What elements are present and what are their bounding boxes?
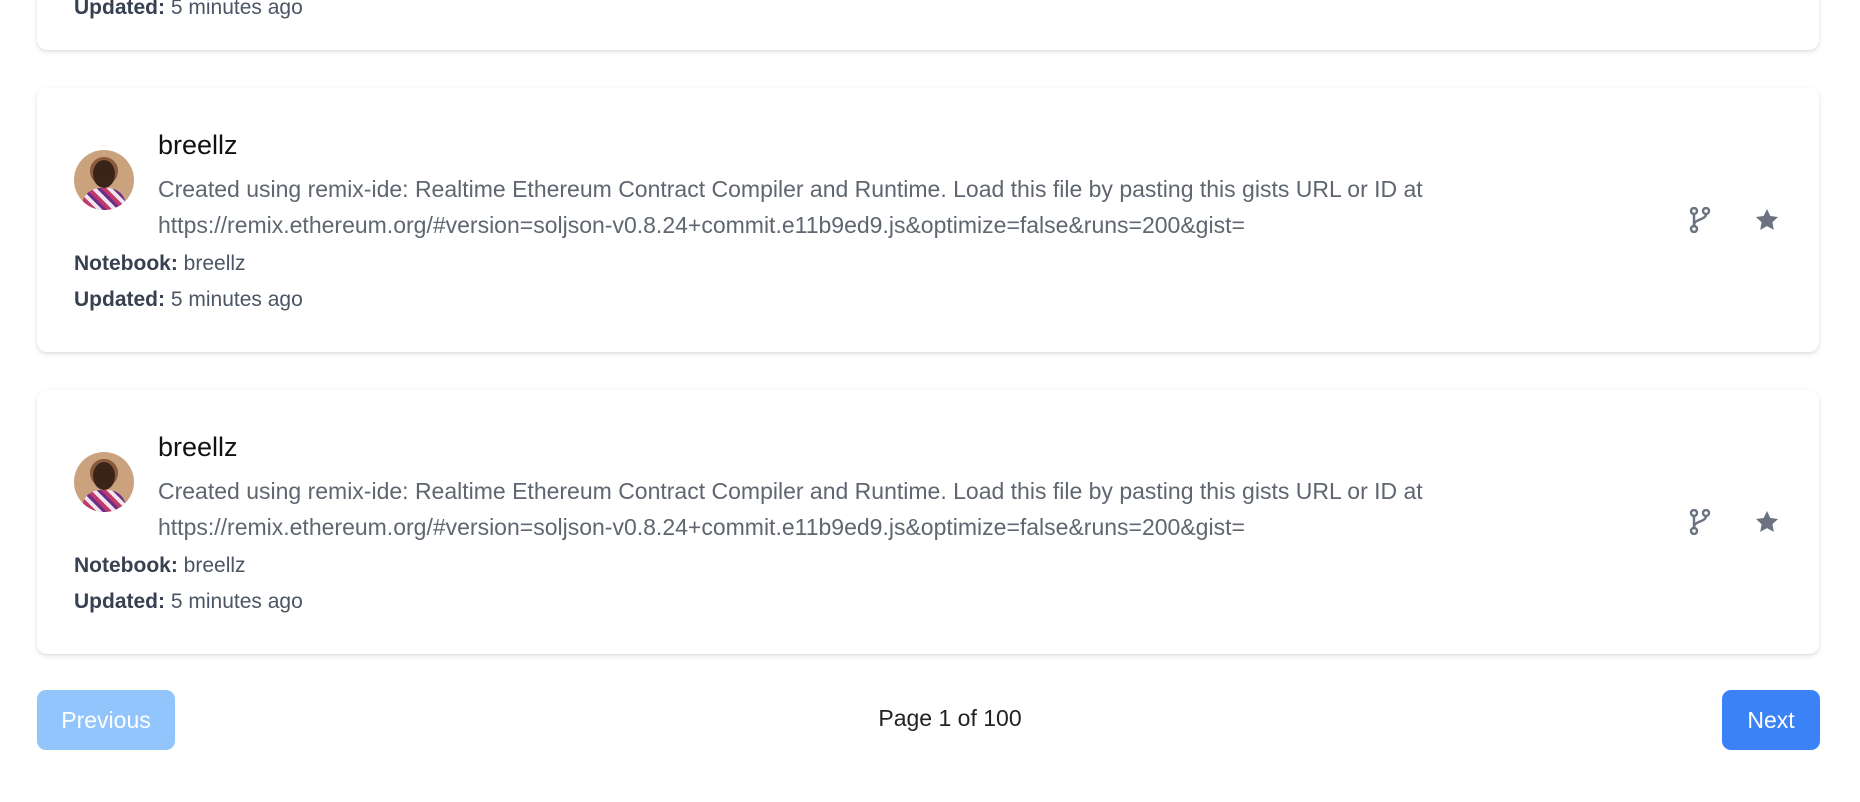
updated-value: 5 minutes ago (170, 288, 303, 311)
avatar (74, 150, 134, 210)
fork-button[interactable] (1684, 506, 1716, 538)
updated-value: 5 minutes ago (170, 0, 303, 19)
gist-description: Created using remix-ide: Realtime Ethere… (158, 473, 1538, 545)
gist-updated-meta: Updated: 5 minutes ago (74, 590, 303, 614)
gist-description-line: Created using remix-ide: Realtime Ethere… (158, 176, 1423, 202)
git-fork-icon (1689, 509, 1711, 535)
avatar-head (93, 462, 115, 490)
git-fork-icon (1689, 207, 1711, 233)
avatar-shirt (82, 490, 126, 512)
updated-label: Updated: (74, 590, 165, 613)
star-icon (1755, 510, 1779, 532)
page-indicator: Page 1 of 100 (878, 705, 1022, 731)
gist-description-line: https://remix.ethereum.org/#version=solj… (158, 514, 1245, 540)
star-icon (1755, 208, 1779, 230)
gist-list-page: Updated: 5 minutes ago breellz Created u… (0, 0, 1860, 802)
notebook-value: breellz (183, 252, 246, 275)
next-button[interactable]: Next (1722, 690, 1820, 750)
fork-button[interactable] (1684, 204, 1716, 236)
gist-owner-name[interactable]: breellz (158, 432, 238, 463)
avatar (74, 452, 134, 512)
gist-description-line: Created using remix-ide: Realtime Ethere… (158, 478, 1423, 504)
gist-card-partial[interactable]: Updated: 5 minutes ago (37, 0, 1819, 50)
gist-owner-name[interactable]: breellz (158, 130, 238, 161)
gist-description: Created using remix-ide: Realtime Ethere… (158, 171, 1538, 243)
star-button[interactable] (1751, 204, 1783, 236)
notebook-label: Notebook: (74, 554, 178, 577)
avatar-head (93, 160, 115, 188)
gist-notebook-meta: Notebook: breellz (74, 252, 246, 276)
gist-description-line: https://remix.ethereum.org/#version=solj… (158, 212, 1245, 238)
avatar-shirt (82, 188, 126, 210)
updated-label: Updated: (74, 288, 165, 311)
gist-updated-meta: Updated: 5 minutes ago (74, 288, 303, 312)
gist-card[interactable]: breellz Created using remix-ide: Realtim… (37, 88, 1819, 352)
notebook-value: breellz (183, 554, 246, 577)
updated-value: 5 minutes ago (170, 590, 303, 613)
gist-card[interactable]: breellz Created using remix-ide: Realtim… (37, 390, 1819, 654)
gist-notebook-meta: Notebook: breellz (74, 554, 246, 578)
star-button[interactable] (1751, 506, 1783, 538)
notebook-label: Notebook: (74, 252, 178, 275)
gist-updated-meta: Updated: 5 minutes ago (74, 0, 303, 20)
updated-label: Updated: (74, 0, 165, 19)
